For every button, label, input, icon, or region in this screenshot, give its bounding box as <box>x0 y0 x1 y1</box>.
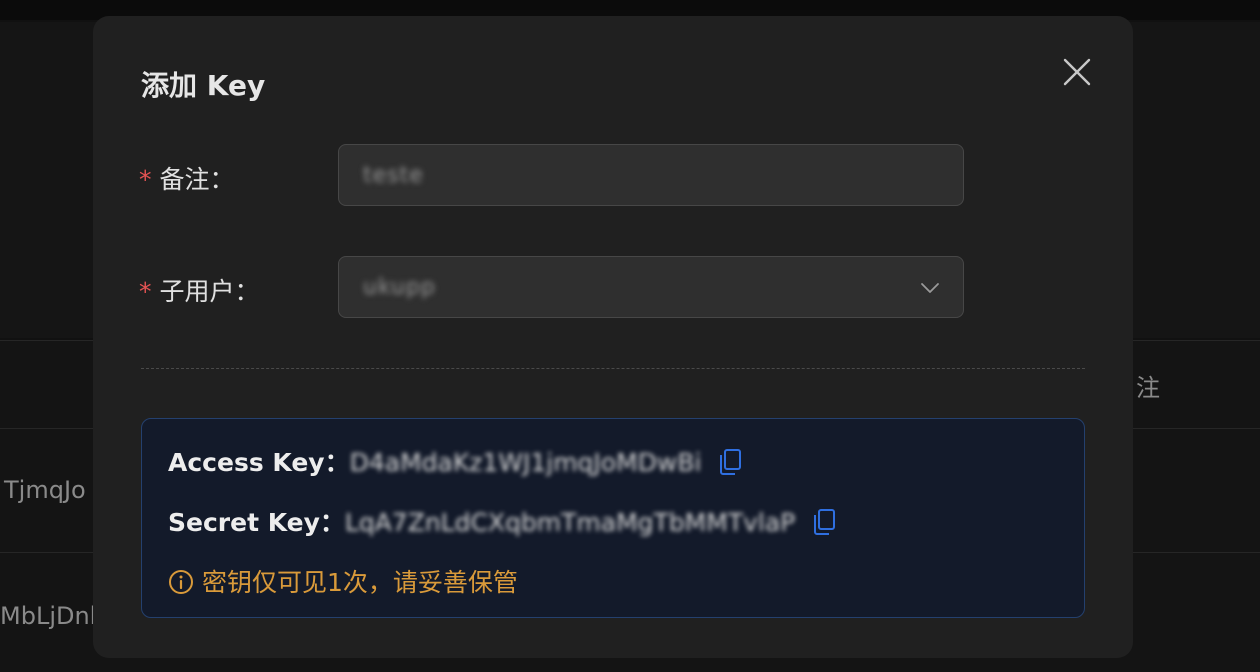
secret-key-row: Secret Key：LqA7ZnLdCXqbmTmaMgTbMMTvlaP <box>168 503 836 539</box>
copy-secret-key-button[interactable] <box>812 508 836 536</box>
section-divider <box>141 368 1085 369</box>
secret-key-label: Secret Key： <box>168 508 345 537</box>
sub-user-label: * 子用户： <box>139 272 260 308</box>
copy-icon <box>720 449 742 475</box>
table-cell-access-key: MbLjDnl <box>0 602 97 630</box>
chevron-down-icon <box>921 283 939 293</box>
close-button[interactable] <box>1059 54 1095 90</box>
remark-label: * 备注： <box>139 160 235 196</box>
access-key-value[interactable]: D4aMdaKz1WJ1jmqJoMDwBi <box>350 448 702 477</box>
required-mark: * <box>139 277 152 306</box>
table-header-remark: 注 <box>1136 374 1160 402</box>
sub-user-label-text: 子用户： <box>159 277 260 306</box>
secret-key-value[interactable]: LqA7ZnLdCXqbmTmaMgTbMMTvlaP <box>345 508 795 537</box>
remark-input-value: teste <box>363 163 424 188</box>
generated-keys-panel: Access Key：D4aMdaKz1WJ1jmqJoMDwBi Secret… <box>141 418 1085 618</box>
dialog-title: 添加 Key <box>141 69 266 102</box>
copy-access-key-button[interactable] <box>718 448 742 476</box>
remark-label-text: 备注： <box>159 165 235 194</box>
warning-text: 密钥仅可见1次，请妥善保管 <box>202 568 518 597</box>
remark-input[interactable]: teste <box>338 144 964 206</box>
access-key-row: Access Key：D4aMdaKz1WJ1jmqJoMDwBi <box>168 443 742 479</box>
sub-user-select[interactable]: ukupp <box>338 256 964 318</box>
sub-user-select-value: ukupp <box>363 275 436 300</box>
access-key-label: Access Key： <box>168 448 350 477</box>
table-cell-access-key: TjmqJo <box>4 476 86 504</box>
copy-icon <box>813 509 835 535</box>
required-mark: * <box>139 165 152 194</box>
info-icon <box>169 570 193 594</box>
key-visibility-warning: 密钥仅可见1次，请妥善保管 <box>168 563 518 599</box>
add-key-dialog: 添加 Key * 备注： teste * 子用户： ukupp Access Key… <box>93 16 1133 658</box>
close-icon <box>1063 58 1091 86</box>
